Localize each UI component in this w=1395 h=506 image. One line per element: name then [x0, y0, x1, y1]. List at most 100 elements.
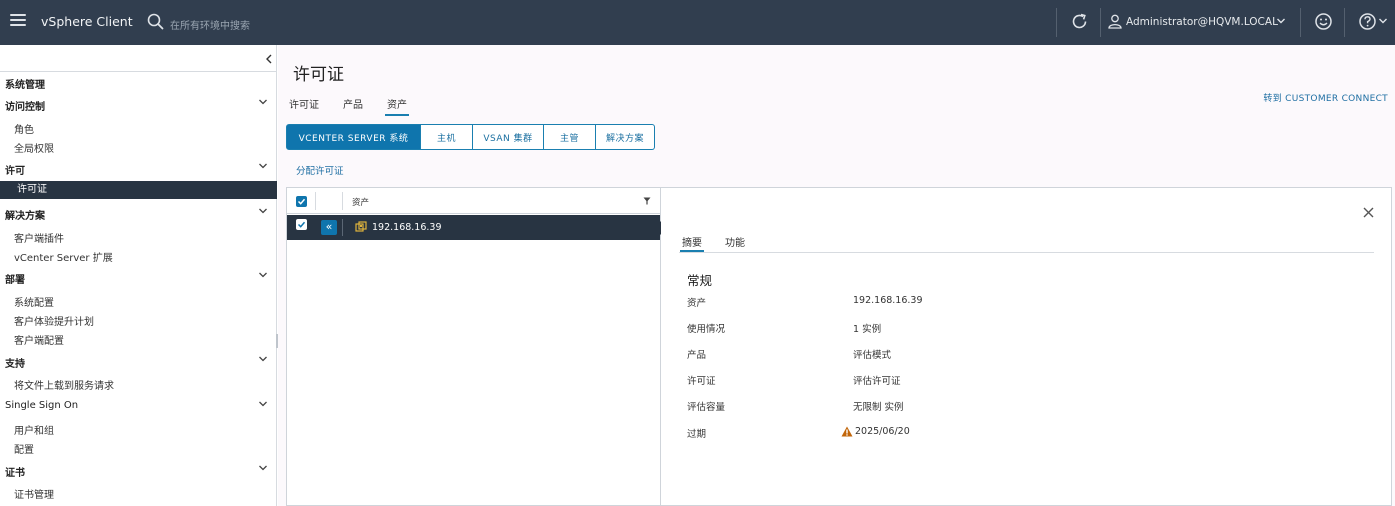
main-content: 许可证 许可证 产品 资产 转到 CUSTOMER CONNECT VCENTE… — [278, 45, 1395, 506]
hamburger-menu-icon[interactable] — [10, 14, 26, 28]
sidebar-group-sso[interactable]: Single Sign On — [5, 400, 272, 411]
asset-grid: 资产 « 192.168.16.39 — [286, 187, 667, 506]
sidebar: 系统管理 访问控制 角色 全局权限 许可 许可证 解决方案 客户端插件 vCen… — [0, 45, 278, 506]
detail-key: 评估容量 — [687, 402, 726, 413]
detail-tabs: 摘要 功能 — [679, 234, 1374, 253]
detail-value: 无限制 实例 — [853, 402, 904, 413]
sidebar-group-deployment[interactable]: 部署 — [5, 271, 272, 286]
warning-icon — [841, 426, 853, 437]
row-checkbox[interactable] — [296, 219, 307, 230]
chevron-down-icon — [259, 208, 267, 214]
detail-key: 资产 — [687, 298, 707, 309]
tab-summary[interactable]: 摘要 — [680, 234, 704, 252]
sidebar-item-upload-file[interactable]: 将文件上载到服务请求 — [14, 377, 114, 392]
sidebar-group-label: 部署 — [5, 275, 25, 286]
check-icon — [297, 198, 306, 205]
expand-details-button[interactable]: « — [321, 220, 337, 235]
assign-license-link[interactable]: 分配许可证 — [296, 163, 344, 177]
column-separator — [315, 192, 316, 210]
chevron-down-icon — [1277, 18, 1285, 24]
grid-header: 资产 — [287, 188, 660, 214]
customer-connect-link[interactable]: 转到 CUSTOMER CONNECT — [1263, 91, 1388, 104]
sidebar-group-label: 解决方案 — [5, 211, 45, 222]
tab-licenses[interactable]: 许可证 — [289, 96, 319, 111]
collapse-sidebar-icon[interactable] — [265, 54, 273, 64]
sidebar-item-global-permissions[interactable]: 全局权限 — [14, 140, 54, 155]
vcenter-server-icon — [355, 221, 367, 232]
tab-summary-label: 摘要 — [682, 238, 702, 249]
user-icon — [1108, 14, 1122, 29]
sidebar-item-roles[interactable]: 角色 — [14, 121, 34, 136]
chevron-down-icon — [259, 356, 267, 362]
select-all-checkbox[interactable] — [296, 196, 307, 207]
sidebar-item-system-config[interactable]: 系统配置 — [14, 294, 54, 309]
table-row[interactable]: « 192.168.16.39 — [287, 215, 667, 240]
asset-name[interactable]: 192.168.16.39 — [372, 222, 442, 233]
detail-value: 1 实例 — [853, 324, 882, 335]
active-tab-underline — [680, 250, 704, 252]
sidebar-group-certificates[interactable]: 证书 — [5, 464, 272, 479]
sidebar-item-ceip[interactable]: 客户体验提升计划 — [14, 313, 94, 328]
segment-hosts[interactable]: 主机 — [421, 124, 473, 150]
detail-key: 许可证 — [687, 376, 716, 387]
check-icon — [297, 221, 306, 228]
sidebar-item-client-config[interactable]: 客户端配置 — [14, 332, 64, 347]
segment-supervisor[interactable]: 主管 — [544, 124, 596, 150]
detail-value: 192.168.16.39 — [853, 295, 923, 306]
detail-panel: 摘要 功能 常规 资产 192.168.16.39 使用情况 1 实例 产品 评… — [661, 187, 1392, 506]
app-title[interactable]: vSphere Client — [41, 14, 133, 29]
expiration-date: 2025/06/20 — [855, 426, 910, 437]
column-separator — [342, 192, 343, 210]
detail-key: 过期 — [687, 429, 707, 440]
refresh-icon[interactable] — [1070, 12, 1089, 31]
top-header: vSphere Client 在所有环境中搜索 Administrator@HQ… — [0, 0, 1395, 45]
detail-section-title: 常规 — [687, 273, 713, 288]
sidebar-group-support[interactable]: 支持 — [5, 355, 272, 370]
search-input[interactable]: 在所有环境中搜索 — [170, 17, 250, 32]
search-icon — [147, 13, 164, 30]
user-name: Administrator@HQVM.LOCAL — [1126, 16, 1278, 28]
close-icon[interactable] — [1363, 207, 1374, 218]
segment-solutions[interactable]: 解决方案 — [596, 124, 655, 150]
sidebar-group-label: 证书 — [5, 468, 25, 479]
sidebar-divider — [0, 71, 277, 72]
sidebar-item-users-groups[interactable]: 用户和组 — [14, 422, 54, 437]
chevron-down-icon — [259, 163, 267, 169]
sidebar-item-vcenter-extensions[interactable]: vCenter Server 扩展 — [14, 249, 113, 264]
header-divider — [1300, 8, 1301, 37]
segment-vsan-cluster[interactable]: VSAN 集群 — [473, 124, 544, 150]
sidebar-item-client-plugins[interactable]: 客户端插件 — [14, 230, 64, 245]
sidebar-item-licenses[interactable]: 许可证 — [0, 181, 277, 199]
sidebar-group-licensing[interactable]: 许可 — [5, 162, 272, 177]
help-icon[interactable] — [1358, 12, 1388, 31]
sidebar-group-access-control[interactable]: 访问控制 — [5, 98, 272, 113]
tab-products[interactable]: 产品 — [343, 96, 363, 111]
chevron-down-icon — [259, 99, 267, 105]
global-search[interactable]: 在所有环境中搜索 — [147, 12, 347, 34]
sidebar-item-certificate-management[interactable]: 证书管理 — [14, 486, 54, 501]
header-divider — [1344, 8, 1345, 37]
detail-value: 评估模式 — [853, 350, 892, 361]
chevron-down-icon — [259, 465, 267, 471]
segment-vcenter-server[interactable]: VCENTER SERVER 系统 — [286, 124, 421, 150]
chevron-down-icon — [259, 401, 267, 407]
tab-assets[interactable]: 资产 — [385, 96, 409, 116]
column-separator — [342, 219, 343, 236]
chevron-down-icon — [259, 272, 267, 278]
sidebar-group-label: 访问控制 — [5, 102, 45, 113]
header-divider — [1100, 8, 1101, 37]
filter-icon[interactable] — [643, 197, 651, 205]
sidebar-group-solutions[interactable]: 解决方案 — [5, 207, 272, 222]
header-divider — [1056, 8, 1057, 37]
active-tab-underline — [385, 114, 409, 116]
column-header-asset[interactable]: 资产 — [352, 196, 369, 208]
detail-key: 使用情况 — [687, 324, 726, 335]
sidebar-group-label: 许可 — [5, 166, 25, 177]
smiley-feedback-icon[interactable] — [1314, 12, 1333, 31]
tab-features[interactable]: 功能 — [725, 234, 745, 249]
sidebar-section-title: 系统管理 — [5, 80, 45, 91]
detail-key: 产品 — [687, 350, 707, 361]
page-title: 许可证 — [293, 65, 344, 85]
sidebar-item-configuration[interactable]: 配置 — [14, 441, 34, 456]
sidebar-group-label: 支持 — [5, 359, 25, 370]
